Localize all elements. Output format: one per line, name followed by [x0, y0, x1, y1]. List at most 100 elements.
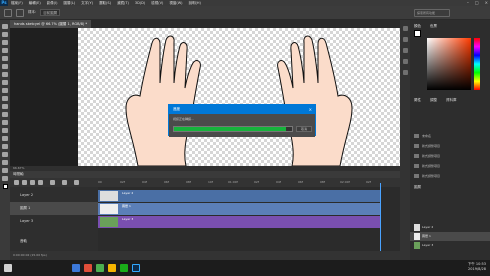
layers-panel-tab[interactable]: 圖層 [414, 185, 421, 190]
wechat-icon[interactable] [120, 264, 128, 272]
layer-row[interactable]: Layer 3 [410, 241, 490, 250]
search-field[interactable]: 探索所有功能 [414, 9, 450, 17]
app-icon[interactable] [84, 264, 92, 272]
tools-panel [0, 20, 10, 260]
timeline-panel: 時間軸 00 02f 04f 06f 08f 10f 01:00f 02f 04… [10, 171, 400, 260]
panel-icons [400, 20, 410, 260]
lasso-tool-icon[interactable] [2, 40, 8, 45]
swatches-panel-tab[interactable]: 色票 [430, 24, 437, 29]
timeline-title: 時間軸 [10, 171, 400, 178]
photoshop-taskbar-icon[interactable] [132, 264, 140, 272]
app-icon[interactable] [96, 264, 104, 272]
character-icon[interactable] [402, 48, 408, 53]
foreground-swatch[interactable] [414, 30, 421, 37]
adjustments-panel-tab[interactable]: 調整 [430, 98, 437, 103]
gradient-tool-icon[interactable] [2, 112, 8, 117]
layers-panel: 圖層 Layer 2 圖層 1 Layer 3 [410, 183, 490, 260]
dodge-tool-icon[interactable] [2, 128, 8, 133]
ruler-tick: 02f [254, 180, 259, 184]
document-canvas[interactable] [78, 28, 400, 167]
library-item[interactable]: 新式調整項目 [414, 172, 488, 180]
library-item-label: 未命名 [422, 134, 432, 138]
library-item-label: 新式調整項目 [422, 174, 441, 178]
stamp-tool-icon[interactable] [2, 88, 8, 93]
clip-thumbnail [100, 204, 118, 214]
dialog-body: 視訊正在轉譯... 取消 [169, 114, 315, 137]
libraries-panel-tab[interactable]: 資料庫 [446, 98, 457, 103]
document-tabs: hands sketcyel @ 66.7% (圖層 1, RGB/8) * [10, 20, 400, 28]
shape-tool-icon[interactable] [2, 160, 8, 165]
blur-tool-icon[interactable] [2, 120, 8, 125]
layer-row[interactable]: 圖層 1 [410, 232, 490, 241]
eyedropper-icon[interactable] [2, 64, 8, 69]
ruler-tick: 02f [120, 180, 125, 184]
brush-icon[interactable] [16, 8, 24, 17]
prev-frame-icon[interactable] [22, 180, 27, 185]
ruler-tick: 08f [320, 180, 325, 184]
info-icon[interactable] [402, 37, 408, 42]
crop-tool-icon[interactable] [2, 56, 8, 61]
hue-slider[interactable] [474, 38, 480, 90]
play-icon[interactable] [30, 180, 35, 185]
timeline-layer-list: Layer 2 圖層 1 Layer 3 音軌 [10, 187, 98, 251]
clip[interactable]: Layer 2 [98, 190, 380, 202]
brush-tool-icon[interactable] [2, 80, 8, 85]
hand-tool-icon[interactable] [2, 168, 8, 173]
next-frame-icon[interactable] [38, 180, 43, 185]
foreground-color-swatch[interactable] [2, 184, 8, 189]
layer-row[interactable]: Layer 2 [410, 223, 490, 232]
playhead[interactable] [380, 183, 381, 251]
library-item[interactable]: 未命名 [414, 132, 488, 140]
track: Layer 3 [98, 216, 388, 228]
cancel-button[interactable]: 取消 [296, 126, 312, 132]
clip[interactable]: 圖層 1 [98, 203, 380, 215]
folder-icon [414, 164, 419, 168]
paragraph-icon[interactable] [402, 59, 408, 64]
color-panel-tab[interactable]: 顏色 [414, 24, 421, 29]
pen-tool-icon[interactable] [2, 136, 8, 141]
marquee-tool-icon[interactable] [2, 32, 8, 37]
first-frame-icon[interactable] [14, 180, 19, 185]
healing-brush-icon[interactable] [2, 72, 8, 77]
tool-preset-icon[interactable] [4, 8, 12, 17]
timeline-layer-row[interactable]: Layer 3 [10, 215, 98, 228]
color-picker-field[interactable] [427, 38, 471, 90]
timeline-layer-row[interactable]: Layer 2 [10, 189, 98, 202]
progress-fill [174, 127, 287, 131]
eraser-tool-icon[interactable] [2, 104, 8, 109]
properties-panel-tab[interactable]: 屬性 [414, 98, 421, 103]
ruler-tick: 04f [276, 180, 281, 184]
canvas-background [10, 28, 78, 166]
clip-label: Layer 2 [122, 191, 134, 195]
track: 圖層 1 [98, 203, 388, 215]
app-icon[interactable] [72, 264, 80, 272]
path-select-icon[interactable] [2, 152, 8, 157]
zoom-tool-icon[interactable] [2, 176, 8, 181]
clock-date: 2019/8/28 [468, 267, 486, 271]
library-item[interactable]: 新式調整項目 [414, 152, 488, 160]
dialog-close-icon[interactable]: × [309, 105, 312, 114]
timeline-ruler[interactable]: 00 02f 04f 06f 08f 10f 01:00f 02f 04f 06… [98, 179, 388, 187]
folder-icon [414, 174, 419, 178]
timeline-layer-row[interactable]: 圖層 1 [10, 202, 98, 215]
app-icon[interactable] [108, 264, 116, 272]
library-item[interactable]: 新式調整項目 [414, 162, 488, 170]
windows-start-icon[interactable] [4, 264, 12, 272]
type-tool-icon[interactable] [2, 144, 8, 149]
magic-wand-icon[interactable] [2, 48, 8, 53]
library-item[interactable]: 新式調整項目 [414, 142, 488, 150]
hands-sketch [125, 35, 353, 167]
move-tool-icon[interactable] [2, 24, 8, 29]
clip[interactable]: Layer 3 [98, 216, 380, 228]
audio-icon[interactable] [50, 180, 55, 185]
document-tab[interactable]: hands sketcyel @ 66.7% (圖層 1, RGB/8) * [10, 20, 92, 28]
brush-settings-icon[interactable] [402, 70, 408, 75]
history-icon[interactable] [402, 26, 408, 31]
dialog-title: 進度 [169, 105, 315, 114]
ruler-tick: 02f [366, 180, 371, 184]
sample-select[interactable]: 目前圖層 [40, 9, 61, 16]
history-brush-icon[interactable] [2, 96, 8, 101]
settings-icon[interactable] [62, 180, 67, 185]
split-icon[interactable] [74, 180, 79, 185]
options-bar: 樣本: 目前圖層 探索所有功能 [0, 6, 490, 20]
